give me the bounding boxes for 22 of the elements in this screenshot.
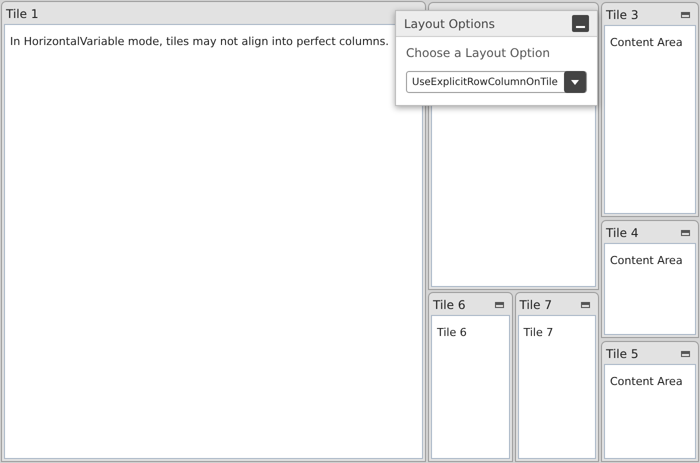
tile-title: Tile 6 — [433, 297, 466, 314]
tile-content: Content Area — [604, 243, 696, 335]
tile-content: Tile 7 — [518, 315, 596, 459]
tile-title: Tile 7 — [520, 297, 552, 314]
maximize-icon[interactable] — [581, 302, 590, 308]
layout-dropdown[interactable]: UseExplicitRowColumnOnTile — [406, 71, 587, 93]
tile-content: Content Area — [604, 25, 696, 214]
tile-title: Tile 3 — [606, 7, 638, 24]
maximize-icon[interactable] — [494, 302, 504, 308]
tile-content: Tile 6 — [431, 315, 510, 459]
maximize-icon[interactable] — [681, 351, 690, 357]
minimize-icon — [576, 26, 585, 28]
caret-icon — [564, 71, 586, 93]
tile-title: Tile 4 — [606, 225, 638, 242]
tile-title: Tile 1 — [6, 6, 38, 23]
maximize-icon[interactable] — [681, 230, 690, 236]
maximize-icon[interactable] — [681, 12, 690, 18]
tile-content: Content Area — [604, 364, 696, 459]
popup-title: Layout Options — [404, 16, 495, 32]
minimize-button[interactable] — [572, 15, 589, 32]
option-label: Choose a Layout Option — [406, 45, 551, 62]
tile-title: Tile 5 — [606, 346, 638, 363]
